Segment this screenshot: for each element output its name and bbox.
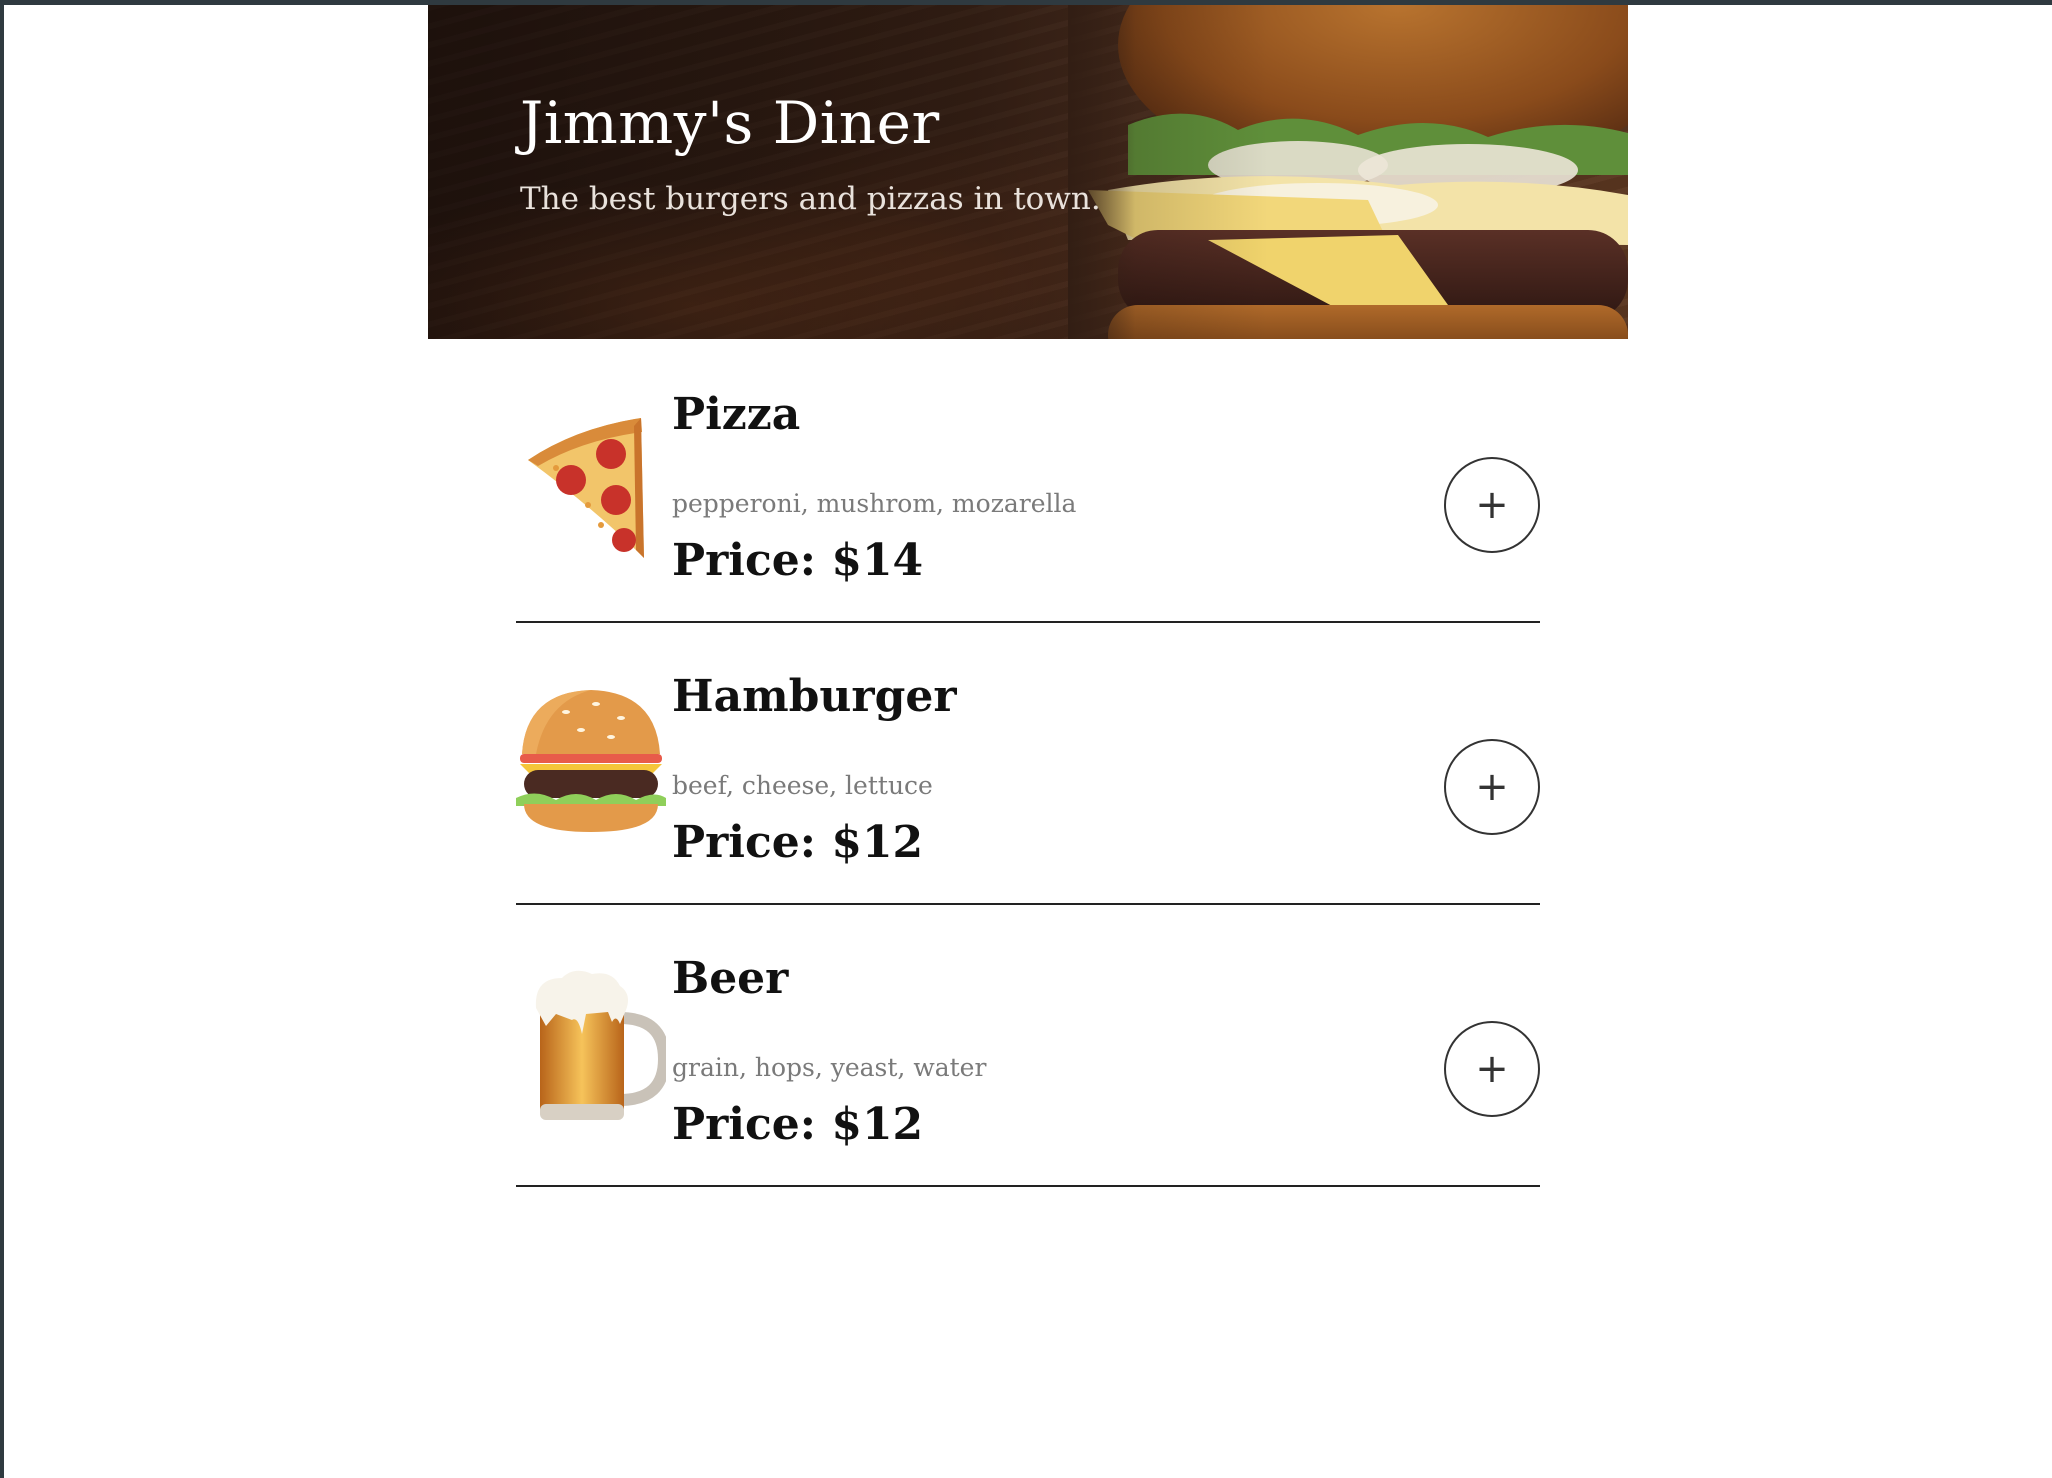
item-ingredients: pepperoni, mushrom, mozarella xyxy=(672,489,1077,518)
restaurant-title: Jimmy's Diner xyxy=(520,89,940,157)
hero-overlay xyxy=(428,5,1628,339)
menu-item-hamburger: Hamburger beef, cheese, lettuce Price: $… xyxy=(516,621,1540,905)
browser-viewport: Jimmy's Diner The best burgers and pizza… xyxy=(4,5,2052,1478)
add-beer-button[interactable]: + xyxy=(1444,1021,1540,1117)
hero-header: Jimmy's Diner The best burgers and pizza… xyxy=(428,5,1628,339)
hamburger-icon xyxy=(516,690,666,832)
item-price: Price: $12 xyxy=(672,817,924,868)
item-name: Hamburger xyxy=(672,671,957,722)
pizza-icon xyxy=(528,418,644,558)
beer-icon xyxy=(535,970,666,1120)
item-price: Price: $12 xyxy=(672,1099,924,1150)
add-pizza-button[interactable]: + xyxy=(1444,457,1540,553)
plus-icon: + xyxy=(1475,764,1509,810)
item-name: Beer xyxy=(672,953,789,1004)
item-ingredients: grain, hops, yeast, water xyxy=(672,1053,987,1082)
plus-icon: + xyxy=(1475,1046,1509,1092)
item-price: Price: $14 xyxy=(672,535,924,586)
plus-icon: + xyxy=(1475,482,1509,528)
page-container: Jimmy's Diner The best burgers and pizza… xyxy=(428,5,1628,1478)
item-ingredients: beef, cheese, lettuce xyxy=(672,771,933,800)
add-hamburger-button[interactable]: + xyxy=(1444,739,1540,835)
menu-item-pizza: Pizza pepperoni, mushrom, mozarella Pric… xyxy=(516,339,1540,623)
item-name: Pizza xyxy=(672,389,801,440)
menu-item-beer: Beer grain, hops, yeast, water Price: $1… xyxy=(516,903,1540,1187)
restaurant-tagline: The best burgers and pizzas in town. xyxy=(520,181,1101,217)
